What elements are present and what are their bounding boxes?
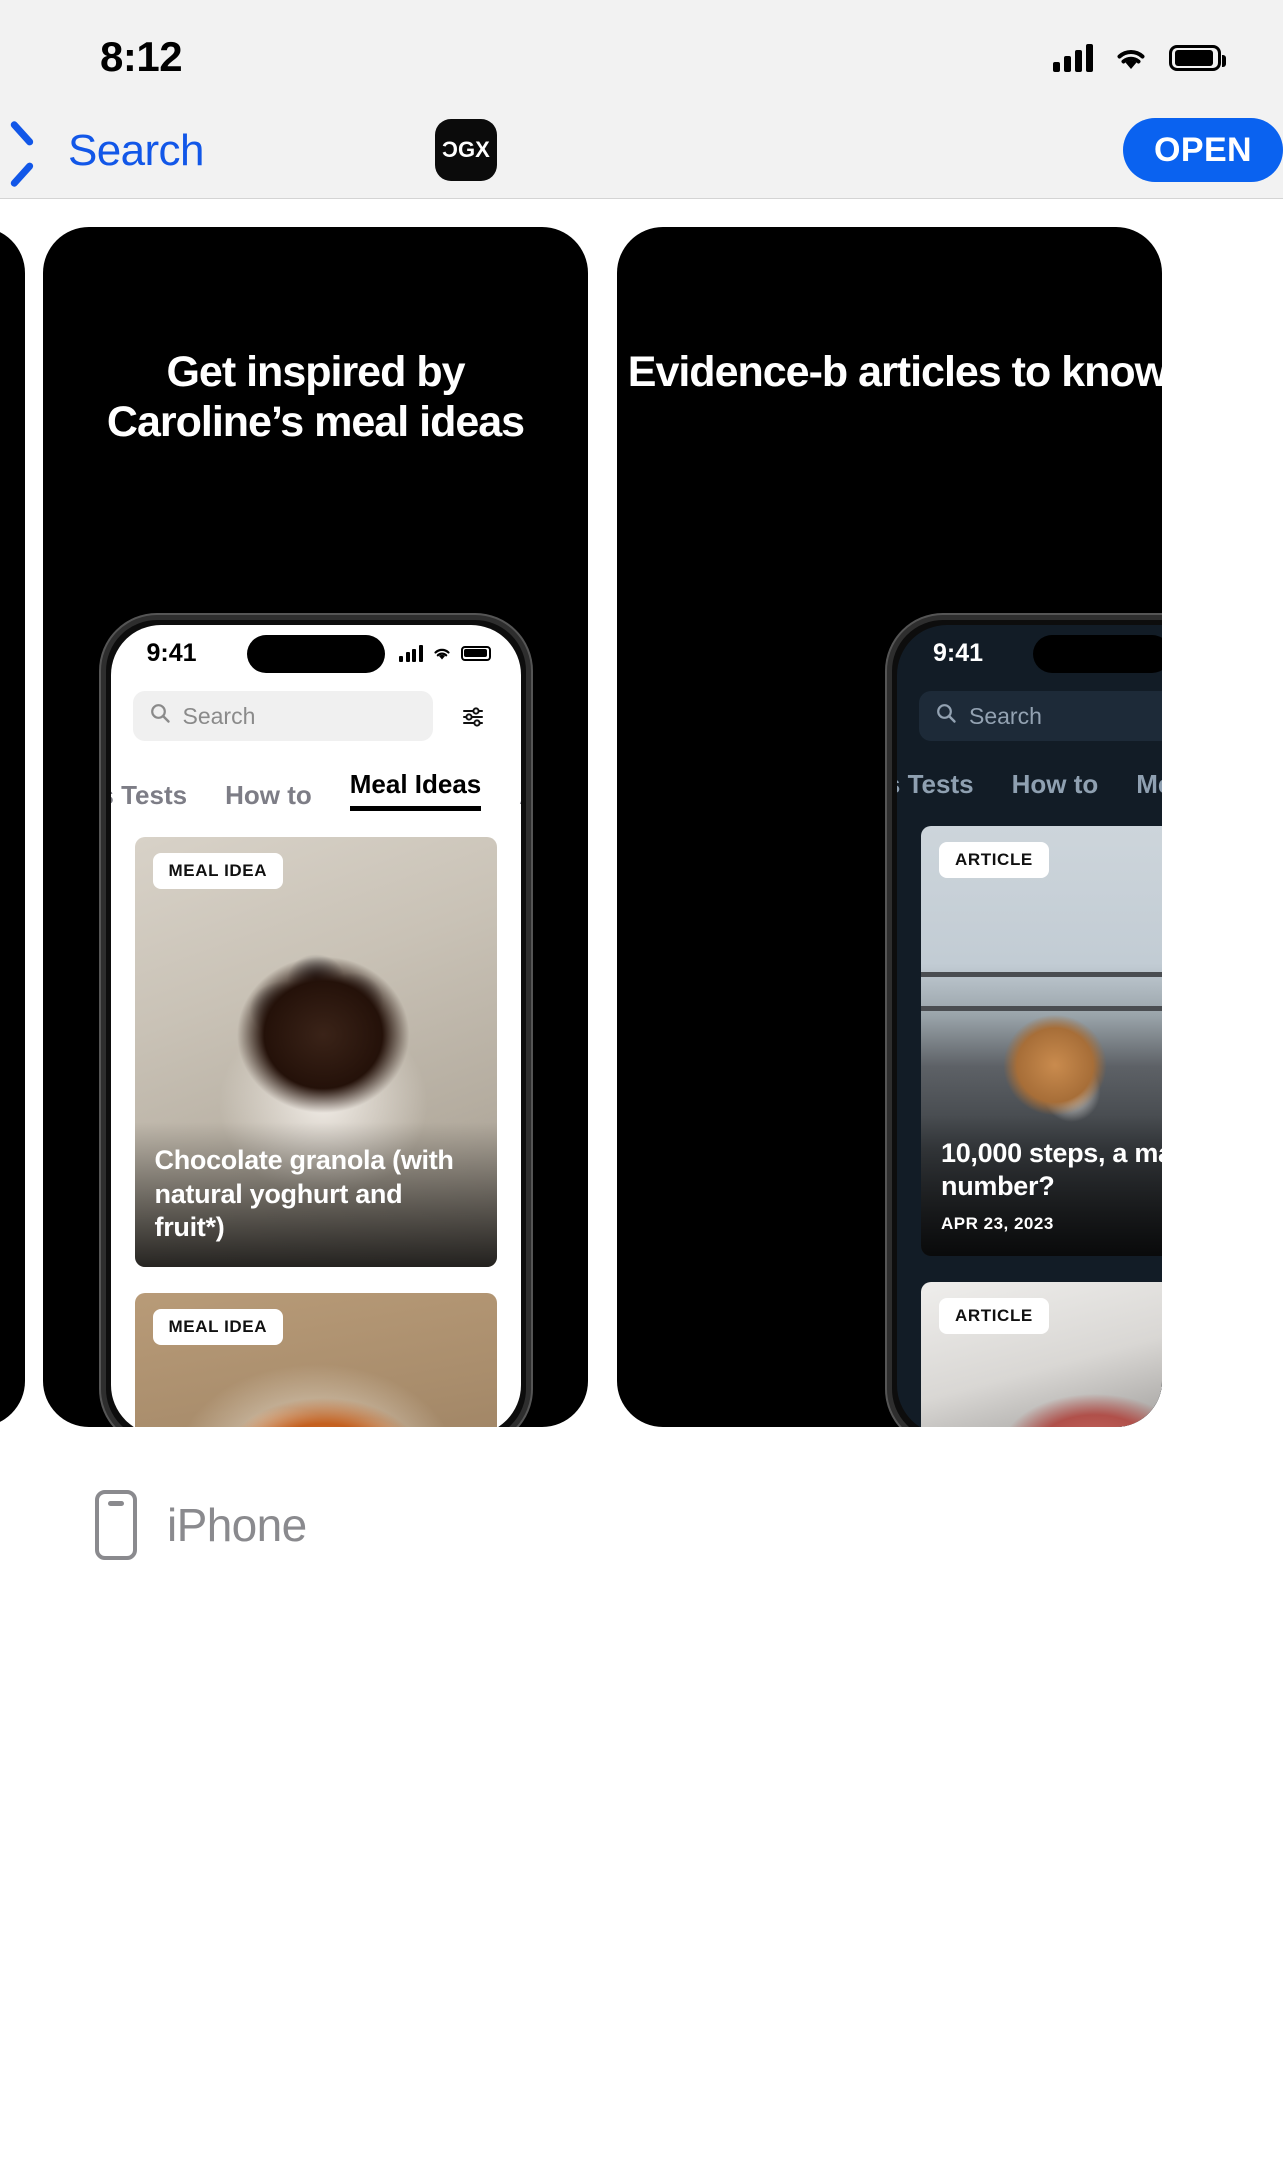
back-button-label: Search xyxy=(68,125,204,175)
status-bar-time: 8:12 xyxy=(100,32,183,80)
open-app-button[interactable]: OPEN xyxy=(1123,118,1283,182)
device-label: iPhone xyxy=(167,1499,307,1551)
list-item[interactable]: ARTICLE 10,000 steps, a magic number? AP… xyxy=(921,826,1162,1256)
status-badge: MEAL IDEA xyxy=(152,1309,284,1345)
cellular-bars-icon xyxy=(1053,43,1093,72)
mock-status-bar: 9:41 xyxy=(111,625,521,681)
list-item-date: APR 23, 2023 xyxy=(941,1214,1054,1233)
app-icon-glyph: CGX xyxy=(442,137,490,162)
tab-meal-ideas[interactable]: Meal Ideas xyxy=(349,769,482,811)
list-item[interactable]: MEAL IDEA Chocolate granola (with natura… xyxy=(134,837,497,1267)
app-icon-ogx[interactable]: CGX xyxy=(435,119,497,181)
list-item-title: Chocolate granola (with natural yoghurt … xyxy=(154,1144,454,1243)
mock-cellular-icon xyxy=(399,644,423,662)
screenshot-card-meal-ideas[interactable]: Get inspired by Caroline’s meal ideas 9:… xyxy=(43,227,588,1427)
list-item[interactable]: ARTICLE xyxy=(921,1282,1162,1427)
wifi-icon xyxy=(1113,44,1149,72)
search-icon xyxy=(935,702,957,730)
tab-articles[interactable]: Articles xyxy=(519,780,520,811)
navigation-bar: Search xyxy=(0,103,1283,199)
mock-time: 9:41 xyxy=(933,638,984,667)
tab-fitness-tests[interactable]: ess Tests xyxy=(897,769,974,800)
tab-how-to[interactable]: How to xyxy=(1012,769,1099,800)
mock-search-placeholder: Search xyxy=(969,702,1042,729)
device-mockup: 9:41 xyxy=(100,615,531,1427)
status-badge: MEAL IDEA xyxy=(152,853,284,889)
sliders-icon[interactable] xyxy=(446,691,499,741)
search-icon xyxy=(149,702,171,730)
dynamic-island xyxy=(246,635,385,673)
mock-search-field[interactable]: Search xyxy=(919,691,1162,741)
back-to-search-button[interactable]: Search xyxy=(30,126,204,176)
iphone-icon xyxy=(95,1490,137,1560)
mock-search-row[interactable]: Search xyxy=(897,681,1162,747)
mock-search-placeholder: Search xyxy=(182,702,256,729)
list-item[interactable]: MEAL IDEA xyxy=(134,1293,497,1427)
footer-section: iPhone xyxy=(0,1428,1283,2162)
list-item-title: 10,000 steps, a magic number? xyxy=(941,1137,1162,1202)
mock-time: 9:41 xyxy=(146,638,197,667)
dynamic-island xyxy=(1033,635,1162,673)
mock-search-row[interactable]: Search xyxy=(111,681,521,747)
screenshot-headline: Evidence-b articles to knowled xyxy=(627,348,1162,396)
chevron-left-icon xyxy=(30,130,54,172)
status-badge: ARTICLE xyxy=(939,1298,1049,1334)
tab-how-to[interactable]: How to xyxy=(225,780,312,811)
screenshot-headline: Get inspired by Caroline’s meal ideas xyxy=(106,348,525,447)
mock-tab-bar[interactable]: ess Tests How to Meal Id xyxy=(897,747,1162,800)
screenshot-card-articles[interactable]: Evidence-b articles to knowled 9:41 xyxy=(617,227,1162,1427)
tab-meal-ideas[interactable]: Meal Id xyxy=(1136,769,1162,800)
mock-status-bar: 9:41 xyxy=(897,625,1162,681)
device-mockup: 9:41 xyxy=(887,615,1162,1427)
tab-fitness-tests[interactable]: ess Tests xyxy=(111,780,188,811)
mock-content-list: MEAL IDEA Chocolate granola (with natura… xyxy=(111,811,521,1427)
screenshot-card-partial[interactable] xyxy=(0,227,25,1427)
open-button-label: OPEN xyxy=(1154,130,1252,169)
status-badge: ARTICLE xyxy=(939,842,1049,878)
app-store-product-page: 8:12 Search CGX OPEN Get inspired by Car… xyxy=(0,0,1283,2162)
mock-search-field[interactable]: Search xyxy=(132,691,433,741)
mock-content-list: ARTICLE 10,000 steps, a magic number? AP… xyxy=(897,800,1162,1427)
status-bar: 8:12 xyxy=(0,0,1283,103)
mock-wifi-icon xyxy=(432,646,452,661)
battery-icon xyxy=(1169,44,1226,71)
screenshot-carousel[interactable]: Get inspired by Caroline’s meal ideas 9:… xyxy=(0,200,1283,1428)
device-compatibility-row: iPhone xyxy=(95,1490,307,1560)
mock-tab-bar[interactable]: ess Tests How to Meal Ideas Articles xyxy=(111,747,521,811)
mock-battery-icon xyxy=(460,645,491,661)
status-bar-indicators xyxy=(1053,43,1226,72)
